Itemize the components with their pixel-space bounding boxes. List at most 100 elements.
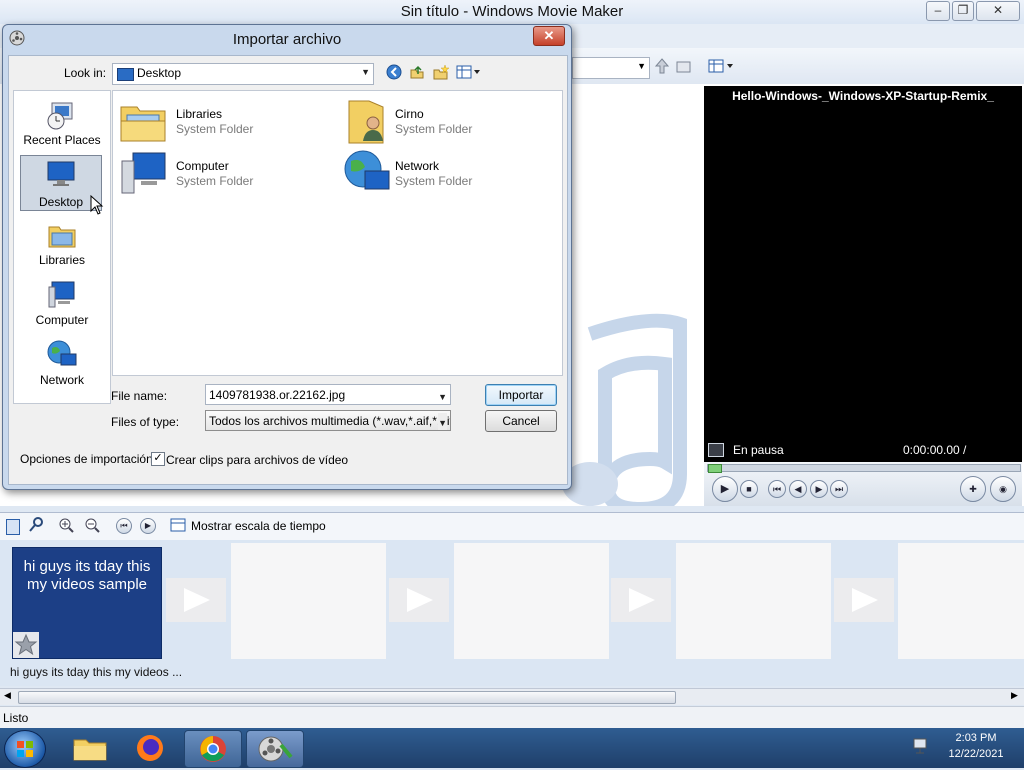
place-libraries[interactable]: Libraries: [20, 219, 104, 267]
place-recent-places[interactable]: Recent Places: [20, 99, 104, 147]
next-button[interactable]: ⏭: [830, 480, 848, 498]
taskbar: 2:03 PM 12/22/2021: [0, 728, 1024, 768]
back-icon[interactable]: [386, 64, 402, 80]
storyboard-cell[interactable]: [676, 543, 831, 659]
import-dialog: Importar archivo ✕ Look in: Desktop ▼ Re…: [2, 24, 572, 490]
rewind-button[interactable]: ◀: [789, 480, 807, 498]
place-network[interactable]: Network: [20, 339, 104, 387]
previous-button[interactable]: ⏮: [768, 480, 786, 498]
storyboard-icon[interactable]: [6, 519, 20, 535]
storyboard: hi guys its tday this my videos sample h…: [0, 540, 1024, 686]
narrate-icon[interactable]: [28, 517, 44, 533]
timeline-scale-icon[interactable]: [170, 517, 186, 533]
storyboard-cell[interactable]: [231, 543, 386, 659]
close-button[interactable]: ✕: [976, 1, 1020, 21]
libraries-folder-icon: [119, 97, 167, 145]
clip-caption: hi guys its tday this my videos ...: [10, 665, 183, 679]
file-item-computer[interactable]: Computer System Folder: [119, 149, 329, 197]
file-item-type: System Folder: [395, 174, 473, 188]
minimize-button[interactable]: –: [926, 1, 950, 21]
file-item-name: Libraries: [176, 107, 223, 121]
file-name-value: 1409781938.or.22162.jpg: [209, 388, 346, 402]
file-name-label: File name:: [111, 389, 168, 403]
clip-thumbnail[interactable]: hi guys its tday this my videos sample: [12, 547, 162, 659]
files-of-type-select[interactable]: Todos los archivos multimedia (*.wav,*.a…: [205, 410, 451, 431]
user-folder-icon: [343, 97, 391, 145]
zoom-out-icon[interactable]: [84, 517, 100, 533]
place-label: Network: [39, 373, 84, 387]
create-clips-checkbox[interactable]: ✓: [151, 452, 165, 466]
clock-time[interactable]: 2:03 PM: [936, 732, 1016, 744]
file-item-name: Network: [395, 159, 440, 173]
chevron-down-icon: ▼: [637, 61, 646, 71]
transition-cell[interactable]: [389, 578, 449, 622]
file-item-cirno[interactable]: Cirno System Folder: [343, 97, 553, 145]
file-list: Libraries System Folder Cirno System Fol…: [112, 90, 563, 376]
horizontal-scrollbar[interactable]: ◀ ▶: [0, 688, 1024, 705]
play-button[interactable]: ▶: [712, 476, 738, 502]
view-menu-icon[interactable]: [456, 64, 482, 80]
import-button[interactable]: Importar: [485, 384, 557, 406]
file-name-field[interactable]: 1409781938.or.22162.jpg ▼: [205, 384, 451, 405]
look-in-label: Look in:: [64, 66, 107, 80]
up-folder-icon[interactable]: [654, 58, 670, 74]
seek-thumb[interactable]: [708, 464, 722, 473]
split-button[interactable]: ✚: [960, 476, 986, 502]
movie-maker-taskbar-icon[interactable]: [246, 730, 304, 768]
playback-status: En pausa: [733, 443, 784, 457]
stop-button[interactable]: ■: [740, 480, 758, 498]
dialog-title: Importar archivo: [232, 31, 342, 48]
files-of-type-label: Files of type:: [111, 415, 180, 429]
show-timeline-button[interactable]: Mostrar escala de tiempo: [191, 519, 326, 533]
play-timeline-button[interactable]: ▶: [140, 518, 156, 534]
file-item-type: System Folder: [176, 122, 254, 136]
look-in-combo[interactable]: Desktop ▼: [112, 63, 374, 85]
scroll-right-icon[interactable]: ▶: [1011, 690, 1018, 701]
file-item-network[interactable]: Network System Folder: [343, 149, 553, 197]
scroll-left-icon[interactable]: ◀: [4, 690, 11, 701]
up-one-level-icon[interactable]: [409, 64, 425, 80]
look-in-value: Desktop: [137, 66, 182, 80]
forward-button[interactable]: ▶: [810, 480, 828, 498]
new-folder-icon[interactable]: [676, 59, 692, 73]
start-button[interactable]: [4, 730, 46, 768]
monitor-icon: [708, 443, 724, 457]
network-tray-icon[interactable]: [912, 737, 932, 755]
create-clips-label[interactable]: Crear clips para archivos de vídeo: [166, 453, 348, 467]
views-menu-icon[interactable]: [708, 58, 736, 74]
place-label: Recent Places: [23, 133, 101, 147]
cancel-button[interactable]: Cancel: [485, 410, 557, 432]
place-computer[interactable]: Computer: [20, 279, 104, 327]
seek-bar[interactable]: [707, 464, 1021, 473]
rewind-timeline-button[interactable]: ⏮: [116, 518, 132, 534]
scroll-thumb[interactable]: [18, 691, 676, 704]
snapshot-button[interactable]: ◉: [990, 476, 1016, 502]
place-label: Libraries: [38, 253, 86, 267]
collection-combo[interactable]: ▼: [572, 57, 650, 79]
chevron-down-icon[interactable]: ▼: [438, 387, 447, 407]
clock-date[interactable]: 12/22/2021: [936, 748, 1016, 760]
clip-thumbnail-text: hi guys its tday this my videos sample: [23, 558, 151, 593]
transition-cell[interactable]: [166, 578, 226, 622]
file-item-libraries[interactable]: Libraries System Folder: [119, 97, 329, 145]
status-bar: Listo: [0, 706, 1024, 729]
transition-cell[interactable]: [834, 578, 894, 622]
transition-cell[interactable]: [611, 578, 671, 622]
preview-screen: [704, 108, 1022, 438]
preview-title: Hello-Windows-_Windows-XP-Startup-Remix_: [704, 86, 1022, 108]
place-label: Desktop: [38, 195, 84, 209]
storyboard-cell[interactable]: [898, 543, 1024, 659]
files-of-type-value: Todos los archivos multimedia (*.wav,*.a…: [209, 414, 451, 428]
zoom-in-icon[interactable]: [58, 517, 74, 533]
import-options-label: Opciones de importación:: [20, 452, 157, 466]
effect-star-icon[interactable]: [13, 632, 39, 658]
firefox-taskbar-icon[interactable]: [130, 732, 170, 764]
create-new-folder-icon[interactable]: [433, 64, 450, 80]
storyboard-cell[interactable]: [454, 543, 609, 659]
dialog-close-button[interactable]: ✕: [533, 26, 565, 46]
computer-large-icon: [119, 149, 167, 197]
chrome-taskbar-icon[interactable]: [184, 730, 242, 768]
maximize-button[interactable]: ❐: [952, 1, 974, 21]
explorer-taskbar-icon[interactable]: [70, 732, 110, 764]
preview-status-bar: En pausa 0:00:00.00 / 0:04:07.26: [704, 438, 1022, 481]
